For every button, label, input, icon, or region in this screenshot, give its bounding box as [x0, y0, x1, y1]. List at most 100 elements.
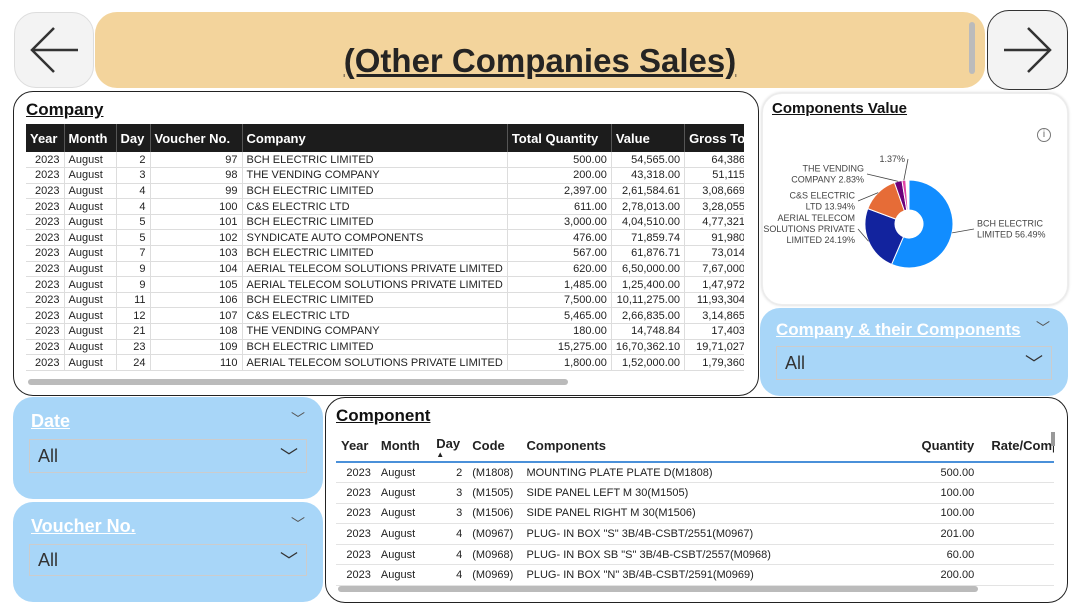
table-row[interactable]: 2023 August 2 (M1808) MOUNTING PLATE PLATE D…: [336, 462, 1054, 484]
table-cell: C&S ELECTRIC LTD: [242, 198, 508, 215]
table-cell: PLUG- IN BOX SB "S" 3B/4B-CSBT/2557(M096…: [521, 544, 905, 566]
table-cell: 200.00: [507, 167, 612, 184]
column-header[interactable]: Day: [116, 124, 151, 152]
column-header[interactable]: Components: [521, 430, 905, 463]
table-row[interactable]: 2023 August 3 (M1505) SIDE PANEL LEFT M 30(M…: [336, 482, 1054, 504]
date-slicer: Date ﹀ All ﹀: [13, 397, 323, 499]
table-row[interactable]: 2023 August 4 (M0967) PLUG- IN BOX "S" 3B/4B…: [336, 523, 1054, 545]
pie-data-label: AERIAL TELECOM SOLUTIONS PRIVATE LIMITED 2…: [763, 213, 855, 245]
table-cell: August: [64, 167, 117, 184]
column-header[interactable]: Month: [64, 124, 117, 152]
table-cell: 109: [150, 339, 243, 356]
table-cell: 54,565.00: [611, 152, 686, 169]
table-row[interactable]: 2023 August 3 98 THE VENDING COMPANY 200.00 43…: [26, 167, 744, 184]
horizontal-scrollbar[interactable]: [338, 586, 978, 592]
company-dropdown[interactable]: All ﹀: [776, 346, 1052, 380]
table-cell: 3,08,669.85: [684, 183, 744, 200]
company-dropdown-value: All: [785, 352, 806, 373]
forward-button[interactable]: [987, 10, 1068, 90]
column-header[interactable]: Voucher No.: [150, 124, 243, 152]
table-cell: 1,25,400.00: [611, 276, 686, 293]
table-row[interactable]: 2023 August 5 101 BCH ELECTRIC LIMITED 3,000.…: [26, 214, 744, 231]
table-row[interactable]: 2023 August 9 104 AERIAL TELECOM SOLUTIONS P…: [26, 261, 744, 278]
table-cell: 1,485.00: [507, 276, 612, 293]
scrollbar[interactable]: [969, 22, 975, 74]
table-cell: 7: [116, 245, 151, 262]
chevron-down-icon[interactable]: ﹀: [291, 409, 305, 429]
column-header[interactable]: Value: [611, 124, 686, 152]
table-cell: 2023: [26, 183, 65, 200]
back-button[interactable]: [14, 12, 94, 88]
table-cell: August: [375, 544, 432, 566]
table-cell: 107: [150, 307, 243, 325]
table-cell: 182.: [979, 544, 1054, 566]
components-value-pie: BCH ELECTRIC LIMITED 56.49% AERIAL TELECOM…: [763, 154, 1046, 269]
table-cell: 71,859.74: [611, 229, 686, 247]
table-cell: 73,014.51: [684, 245, 744, 262]
column-header[interactable]: Month: [375, 430, 432, 463]
column-header[interactable]: Year: [26, 124, 65, 152]
component-panel: Component Year Month Day ▲ Code Components Qua…: [325, 397, 1068, 603]
table-row[interactable]: 2023 August 2 97 BCH ELECTRIC LIMITED 500.00 5…: [26, 152, 744, 169]
table-row[interactable]: 2023 August 5 102 SYNDICATE AUTO COMPONENTS 4…: [26, 229, 744, 247]
table-cell: 2023: [26, 276, 65, 293]
company-panel: Company Year Month Day Voucher No. Company To…: [13, 91, 759, 396]
column-header[interactable]: Quantity: [904, 430, 980, 463]
pie-data-label: C&S ELECTRIC LTD 13.94%: [789, 191, 855, 212]
table-cell: 2023: [26, 292, 65, 309]
voucher-dropdown[interactable]: All ﹀: [29, 544, 307, 576]
column-header[interactable]: Code: [467, 430, 522, 463]
column-header[interactable]: Company: [242, 124, 508, 152]
table-row[interactable]: 2023 August 23 109 BCH ELECTRIC LIMITED 15,27…: [26, 339, 744, 356]
column-header[interactable]: Rate/Componen: [979, 430, 1054, 463]
table-cell: 108: [150, 323, 243, 340]
table-row[interactable]: 2023 August 24 110 AERIAL TELECOM SOLUTIONS …: [26, 354, 744, 371]
table-cell: 110: [150, 354, 243, 371]
column-header[interactable]: Gross Total: [684, 124, 744, 152]
table-cell: 200.00: [904, 564, 980, 587]
column-header[interactable]: Total Quantity: [507, 124, 612, 152]
table-cell: August: [64, 339, 117, 356]
chevron-down-icon[interactable]: ﹀: [1036, 318, 1050, 338]
table-cell: 1,800.00: [507, 354, 612, 371]
table-cell: THE VENDING COMPANY: [242, 167, 508, 184]
table-row[interactable]: 2023 August 4 100 C&S ELECTRIC LTD 611.00 2,78…: [26, 198, 744, 215]
chevron-down-icon: ﹀: [280, 551, 298, 571]
table-cell: 567.00: [507, 245, 612, 262]
table-cell: 100: [150, 198, 243, 215]
table-cell: (M1505): [467, 482, 522, 504]
table-row[interactable]: 2023 August 21 108 THE VENDING COMPANY 180.00…: [26, 323, 744, 340]
table-row[interactable]: 2023 August 7 103 BCH ELECTRIC LIMITED 567.00…: [26, 245, 744, 262]
table-cell: 2,78,013.00: [611, 198, 686, 215]
table-cell: August: [64, 307, 117, 325]
vertical-scrollbar[interactable]: [1051, 432, 1055, 446]
table-row[interactable]: 2023 August 12 107 C&S ELECTRIC LTD 5,465.00 2…: [26, 307, 744, 325]
table-cell: 2023: [336, 462, 376, 484]
table-cell: 2023: [336, 523, 376, 545]
table-row[interactable]: 2023 August 9 105 AERIAL TELECOM SOLUTIONS P…: [26, 276, 744, 293]
table-cell: August: [375, 564, 432, 587]
table-row[interactable]: 2023 August 4 99 BCH ELECTRIC LIMITED 2,397.0…: [26, 183, 744, 200]
table-cell: 2023: [26, 339, 65, 356]
date-dropdown[interactable]: All ﹀: [29, 439, 307, 473]
table-cell: 4: [431, 523, 468, 545]
table-cell: AERIAL TELECOM SOLUTIONS PRIVATE LIMITED: [242, 261, 508, 278]
table-row[interactable]: 2023 August 3 (M1506) SIDE PANEL RIGHT M 30(…: [336, 503, 1054, 525]
table-cell: 2023: [26, 261, 65, 278]
table-cell: 2: [431, 462, 468, 484]
horizontal-scrollbar[interactable]: [28, 379, 568, 385]
table-cell: 5: [116, 214, 151, 231]
table-cell: 16,70,362.10: [611, 339, 686, 356]
table-cell: 2023: [26, 307, 65, 325]
pie-data-label: BCH ELECTRIC LIMITED 56.49%: [977, 219, 1046, 240]
chevron-down-icon[interactable]: ﹀: [291, 514, 305, 534]
table-row[interactable]: 2023 August 4 (M0968) PLUG- IN BOX SB "S" 3B…: [336, 544, 1054, 566]
table-row[interactable]: 2023 August 11 106 BCH ELECTRIC LIMITED 7,500…: [26, 292, 744, 309]
column-header[interactable]: Day ▲: [431, 430, 468, 463]
column-header[interactable]: Year: [336, 430, 376, 463]
table-cell: 6,50,000.00: [611, 261, 686, 278]
table-cell: August: [64, 354, 117, 371]
column-header-label: Rate/Componen: [991, 438, 1054, 453]
table-row[interactable]: 2023 August 4 (M0969) PLUG- IN BOX "N" 3B/4B…: [336, 564, 1054, 587]
table-cell: MOUNTING PLATE PLATE D(M1808): [521, 462, 905, 484]
